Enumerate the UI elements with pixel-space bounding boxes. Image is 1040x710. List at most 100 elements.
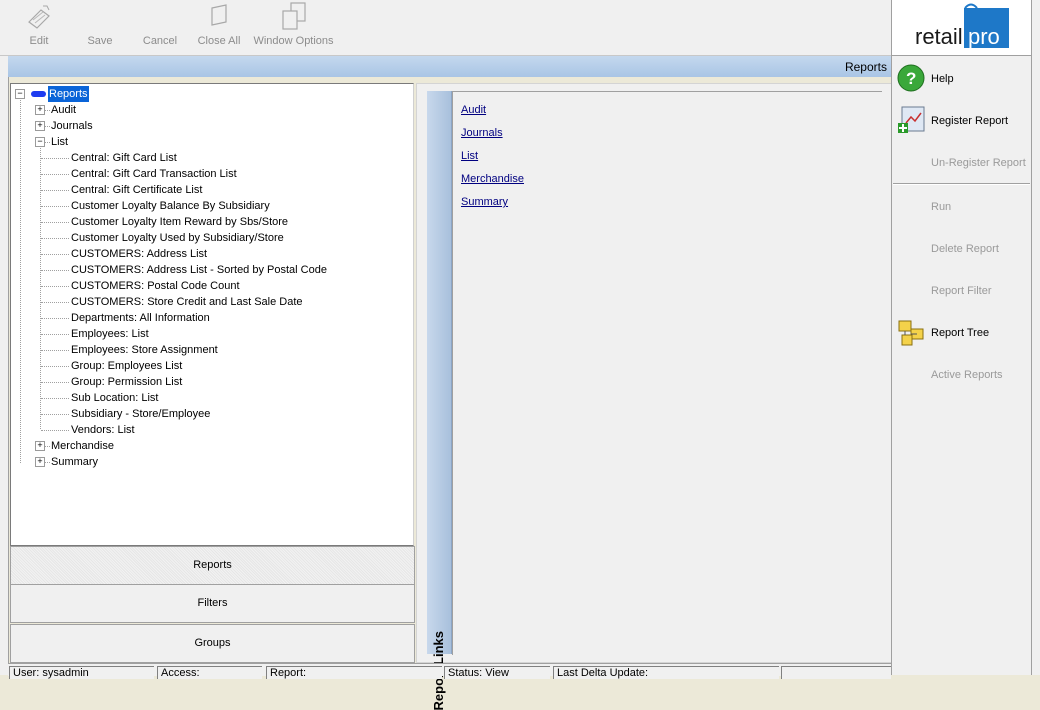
reports-icon	[31, 91, 46, 97]
status-extra	[781, 666, 891, 679]
tab-reports-label: Reports	[193, 559, 232, 571]
edit-button[interactable]: Edit	[14, 0, 64, 55]
tree-node-label[interactable]: Audit	[51, 102, 76, 118]
tree-node-label[interactable]: Journals	[51, 118, 93, 134]
tree-connector	[45, 126, 50, 127]
tree-connector	[45, 110, 50, 111]
collapse-icon[interactable]: −	[15, 89, 25, 99]
tree-connector	[41, 366, 69, 367]
help-label: Help	[931, 73, 954, 85]
tree-connector	[20, 97, 21, 463]
tree-connector	[41, 286, 69, 287]
svg-text:retail: retail	[915, 24, 963, 49]
tree-list-item-label[interactable]: CUSTOMERS: Store Credit and Last Sale Da…	[71, 294, 303, 310]
tree-list-item-label[interactable]: Group: Permission List	[71, 374, 182, 390]
tree-node-label[interactable]: List	[51, 134, 68, 150]
report-tree-icon	[898, 320, 924, 346]
tree-list-item-label[interactable]: Subsidiary - Store/Employee	[71, 406, 210, 422]
page-title: Reports	[844, 60, 887, 74]
toolbar: Edit Save Cancel Close All Window Option…	[0, 0, 891, 56]
edit-icon	[28, 5, 50, 29]
tab-groups-label: Groups	[194, 637, 231, 649]
tab-reports[interactable]: Reports	[10, 546, 415, 585]
expand-icon[interactable]: +	[35, 105, 45, 115]
tree-list-item-label[interactable]: Sub Location: List	[71, 390, 158, 406]
report-filter-button[interactable]: Report Filter	[892, 272, 1031, 308]
window-right-edge	[1031, 0, 1040, 675]
tree-list-item-label[interactable]: Departments: All Information	[71, 310, 210, 326]
tree-connector	[41, 270, 69, 271]
report-links-header: Report Links	[427, 91, 452, 710]
tree-list-item-label[interactable]: Central: Gift Card List	[71, 150, 177, 166]
tree-list-item-label[interactable]: CUSTOMERS: Address List - Sorted by Post…	[71, 262, 327, 278]
status-report: Report:	[266, 666, 442, 679]
tree-list-item-label[interactable]: Customer Loyalty Used by Subsidiary/Stor…	[71, 230, 284, 246]
unregister-report-label: Un-Register Report	[931, 157, 1026, 169]
delete-report-label: Delete Report	[931, 243, 999, 255]
tree-list-item-label[interactable]: Central: Gift Certificate List	[71, 182, 202, 198]
window-options-label: Window Options	[253, 35, 334, 47]
tab-groups[interactable]: Groups	[10, 624, 415, 663]
save-button[interactable]: Save	[75, 0, 125, 55]
report-link-audit[interactable]: Audit	[461, 104, 486, 116]
help-button[interactable]: ? Help	[892, 60, 1031, 96]
expand-icon[interactable]: +	[35, 121, 45, 131]
report-link-list[interactable]: List	[461, 150, 478, 162]
tree-connector	[40, 145, 41, 429]
edit-label: Edit	[29, 35, 49, 47]
tree-list-item-label[interactable]: Group: Employees List	[71, 358, 182, 374]
register-report-label: Register Report	[931, 115, 1009, 127]
window-left-edge	[0, 0, 9, 675]
run-button[interactable]: Run	[892, 188, 1031, 224]
tree-list-item-label[interactable]: Vendors: List	[71, 422, 135, 438]
active-reports-button[interactable]: Active Reports	[892, 356, 1031, 392]
tree-connector	[41, 222, 69, 223]
tree-connector	[41, 158, 69, 159]
expand-icon[interactable]: +	[35, 441, 45, 451]
tree-list-item-label[interactable]: Central: Gift Card Transaction List	[71, 166, 237, 182]
tree-list-item-label[interactable]: Employees: List	[71, 326, 149, 342]
retail-pro-logo: retail pro	[892, 0, 1031, 56]
tree-list-item-label[interactable]: Customer Loyalty Balance By Subsidiary	[71, 198, 270, 214]
report-tree: − Reports + Audit + Journals − List Cent…	[10, 83, 414, 546]
tree-list-item-label[interactable]: CUSTOMERS: Postal Code Count	[71, 278, 240, 294]
report-link-journals[interactable]: Journals	[461, 127, 503, 139]
active-reports-label: Active Reports	[931, 369, 1003, 381]
status-mode: Status: View	[444, 666, 550, 679]
tree-connector	[41, 382, 69, 383]
tree-connector	[41, 254, 69, 255]
tree-connector	[45, 142, 50, 143]
status-access: Access:	[157, 666, 262, 679]
collapse-icon[interactable]: −	[35, 137, 45, 147]
status-last-delta: Last Delta Update:	[553, 666, 779, 679]
tree-connector	[41, 206, 69, 207]
tree-list-item-label[interactable]: Customer Loyalty Item Reward by Sbs/Stor…	[71, 214, 288, 230]
expand-icon[interactable]: +	[35, 457, 45, 467]
tree-root-label[interactable]: Reports	[48, 86, 89, 102]
tree-connector	[41, 430, 69, 431]
tree-node-label[interactable]: Summary	[51, 454, 98, 470]
report-link-merchandise[interactable]: Merchandise	[461, 173, 524, 185]
help-icon: ?	[897, 64, 925, 92]
window-options-button[interactable]: Window Options	[251, 0, 336, 55]
tree-connector	[41, 174, 69, 175]
report-tree-button[interactable]: Report Tree	[892, 314, 1031, 350]
tree-list-item-label[interactable]: Employees: Store Assignment	[71, 342, 218, 358]
tab-filters[interactable]: Filters	[10, 584, 415, 623]
run-label: Run	[931, 201, 952, 213]
delete-report-button[interactable]: Delete Report	[892, 230, 1031, 266]
close-all-button[interactable]: Close All	[193, 0, 245, 55]
register-report-button[interactable]: Register Report	[892, 102, 1031, 138]
cancel-button[interactable]: Cancel	[135, 0, 185, 55]
unregister-report-button[interactable]: Un-Register Report	[892, 144, 1031, 180]
report-tree-label: Report Tree	[931, 327, 990, 339]
tab-filters-label: Filters	[197, 597, 228, 609]
tree-list-item-label[interactable]: CUSTOMERS: Address List	[71, 246, 207, 262]
report-link-summary[interactable]: Summary	[461, 196, 508, 208]
tree-connector	[41, 190, 69, 191]
tree-node-label[interactable]: Merchandise	[51, 438, 114, 454]
tree-connector	[41, 302, 69, 303]
window-options-icon	[281, 2, 306, 30]
register-report-icon	[898, 106, 925, 133]
cancel-label: Cancel	[142, 35, 178, 47]
